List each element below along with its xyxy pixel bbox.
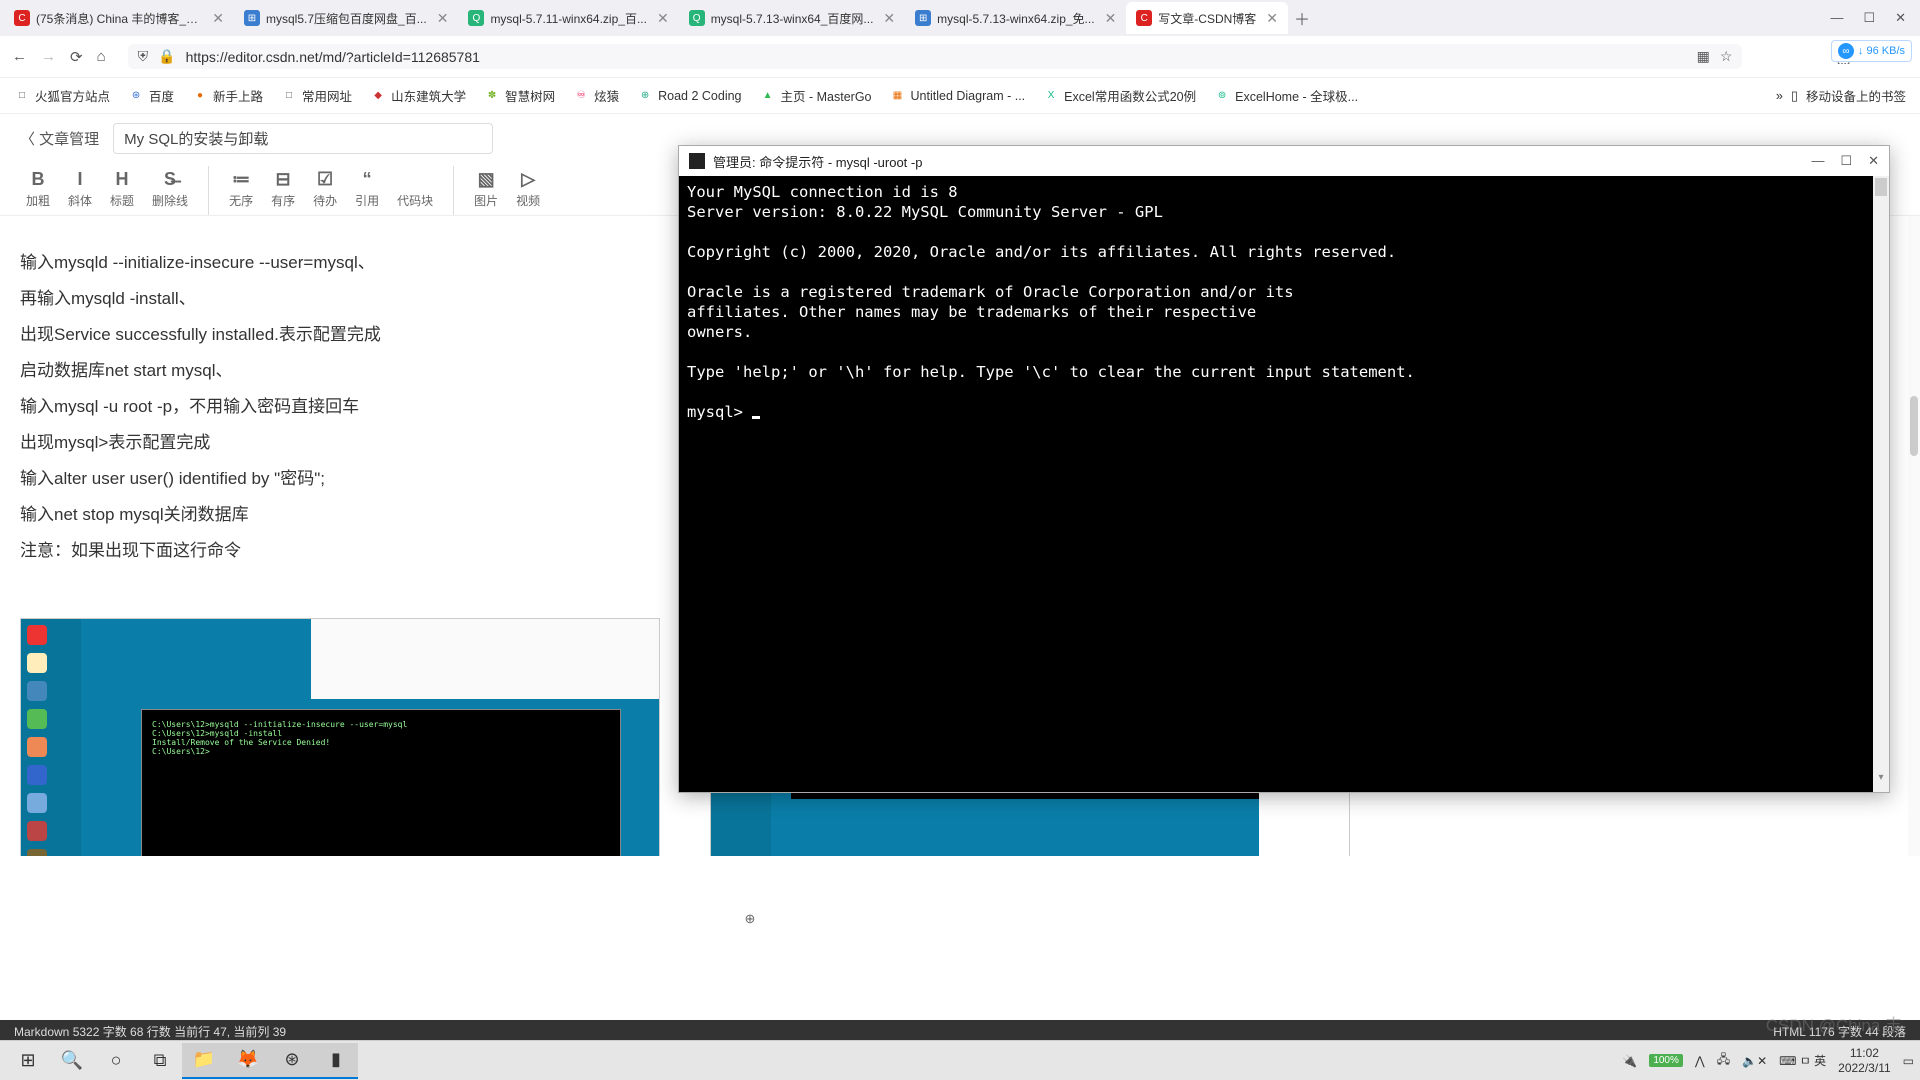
bookmark-item[interactable]: ⊕Road 2 Coding — [637, 86, 741, 105]
netspeed-badge: ∞ ↓ 96 KB/s — [1831, 40, 1912, 62]
wifi-icon[interactable]: ⋀ — [1695, 1054, 1705, 1068]
lock-icon: 🔒 — [158, 48, 175, 65]
nav-forward[interactable]: → — [41, 48, 56, 65]
editor-scrollbar[interactable] — [1908, 216, 1920, 856]
browser-tab[interactable]: C写文章-CSDN博客✕ — [1126, 2, 1288, 34]
terminal-scrollbar[interactable]: ▾ — [1873, 176, 1889, 792]
volume-icon[interactable]: 🔈✕ — [1742, 1054, 1767, 1068]
browser-tab[interactable]: C(75条消息) China 丰的博客_C...✕ — [4, 2, 234, 34]
browser-tab[interactable]: ⊞mysql5.7压缩包百度网盘_百...✕ — [234, 2, 458, 34]
terminal-window: 管理员: 命令提示符 - mysql -uroot -p — ☐ ✕ Your … — [678, 145, 1890, 793]
close-icon[interactable]: ✕ — [883, 10, 895, 27]
toolbar-待办[interactable]: ☑待办 — [309, 166, 341, 215]
terminal-icon — [689, 153, 705, 169]
taskbar-item[interactable]: ▮ — [314, 1043, 358, 1079]
close-icon[interactable]: ✕ — [437, 10, 449, 27]
watermark: CSDN @China 丰 — [1766, 1011, 1902, 1036]
window-close[interactable]: ✕ — [1895, 10, 1906, 26]
browser-tab[interactable]: ⊞mysql-5.7.13-winx64.zip_免...✕ — [905, 2, 1126, 34]
newtab-button[interactable]: ＋ — [1294, 6, 1310, 30]
taskbar-item[interactable]: ⧉ — [138, 1043, 182, 1079]
url-bar-row: ← → ⟳ ⌂ ⛨ 🔒 https://editor.csdn.net/md/?… — [0, 36, 1920, 78]
system-tray: 🔌 100% ⋀ 🖧 🔈✕ ⌨ ㅁ 英 11:02 2022/3/11 ▭ — [1622, 1046, 1914, 1075]
terminal-max[interactable]: ☐ — [1840, 153, 1852, 169]
toolbar-加粗[interactable]: B加粗 — [22, 166, 54, 215]
window-controls: — ☐ ✕ — [1830, 10, 1916, 26]
battery-percent: 100% — [1649, 1054, 1683, 1067]
bookmark-item[interactable]: ⊚ExcelHome - 全球极... — [1214, 86, 1358, 105]
browser-tab[interactable]: Qmysql-5.7.13-winx64_百度网...✕ — [679, 2, 905, 34]
tray-time: 11:02 — [1838, 1046, 1891, 1060]
terminal-close[interactable]: ✕ — [1868, 153, 1879, 169]
toolbar-引用[interactable]: “引用 — [351, 166, 383, 215]
taskbar-item[interactable]: ○ — [94, 1043, 138, 1079]
bookmark-item[interactable]: ⊛百度 — [128, 86, 174, 105]
toolbar-无序[interactable]: ≔无序 — [225, 166, 257, 215]
address-bar[interactable]: ⛨ 🔒 https://editor.csdn.net/md/?articleI… — [128, 44, 1743, 69]
terminal-body[interactable]: Your MySQL connection id is 8 Server ver… — [679, 176, 1889, 428]
taskbar-item[interactable]: ⊛ — [270, 1043, 314, 1079]
bookmark-item[interactable]: ▦Untitled Diagram - ... — [890, 86, 1026, 105]
close-icon[interactable]: ✕ — [1105, 10, 1117, 27]
status-left: Markdown 5322 字数 68 行数 当前行 47, 当前列 39 — [14, 1023, 286, 1040]
back-to-manage[interactable]: 〈 文章管理 — [20, 128, 99, 149]
bookmark-item[interactable]: □火狐官方站点 — [14, 86, 110, 105]
tray-date: 2022/3/11 — [1838, 1061, 1891, 1075]
url-text: https://editor.csdn.net/md/?articleId=11… — [186, 49, 480, 65]
close-icon[interactable]: ✕ — [657, 10, 669, 27]
nav-reload[interactable]: ⟳ — [70, 48, 83, 66]
ime-indicator[interactable]: ⌨ ㅁ 英 — [1779, 1052, 1826, 1069]
bookmarks-overflow[interactable]: » — [1776, 89, 1783, 103]
terminal-titlebar[interactable]: 管理员: 命令提示符 - mysql -uroot -p — ☐ ✕ — [679, 146, 1889, 176]
embedded-screenshot-1: C:\Users\12>mysqld --initialize-insecure… — [20, 618, 660, 856]
window-max[interactable]: ☐ — [1863, 10, 1875, 26]
bookmark-item[interactable]: ●新手上路 — [192, 86, 263, 105]
toolbar-有序[interactable]: ⊟有序 — [267, 166, 299, 215]
nav-home[interactable]: ⌂ — [97, 48, 106, 65]
bookmark-item[interactable]: ◆山东建筑大学 — [370, 86, 466, 105]
toolbar-代码块[interactable]: 代码块 — [393, 166, 437, 215]
taskbar-item[interactable]: 🦊 — [226, 1043, 270, 1079]
cloud-icon: ∞ — [1838, 43, 1854, 59]
article-title-input[interactable] — [113, 123, 493, 154]
notification-icon[interactable]: ▭ — [1903, 1054, 1914, 1068]
battery-icon: 🔌 — [1622, 1054, 1637, 1068]
browser-tab[interactable]: Qmysql-5.7.11-winx64.zip_百...✕ — [458, 2, 678, 34]
terminal-min[interactable]: — — [1811, 153, 1824, 169]
terminal-title: 管理员: 命令提示符 - mysql -uroot -p — [713, 152, 922, 171]
toolbar-视频[interactable]: ▷视频 — [512, 166, 544, 215]
toolbar-斜体[interactable]: I斜体 — [64, 166, 96, 215]
bookmark-item[interactable]: ✽智慧树网 — [484, 86, 555, 105]
bookmark-item[interactable]: XExcel常用函数公式20例 — [1043, 86, 1196, 105]
bookmark-item[interactable]: □常用网址 — [281, 86, 352, 105]
toolbar-删除线[interactable]: S̶删除线 — [148, 166, 192, 215]
bookmarks-bar: □火狐官方站点 ⊛百度 ●新手上路 □常用网址 ◆山东建筑大学 ✽智慧树网 ♾炫猿 ⊕Road… — [0, 78, 1920, 114]
mobile-bookmarks[interactable]: 移动设备上的书签 — [1806, 86, 1906, 105]
browser-tabstrip: C(75条消息) China 丰的博客_C...✕⊞mysql5.7压缩包百度网… — [0, 0, 1920, 36]
close-icon[interactable]: ✕ — [212, 10, 224, 27]
network-icon[interactable]: 🖧 — [1717, 1050, 1730, 1071]
toolbar-标题[interactable]: H标题 — [106, 166, 138, 215]
toolbar-图片[interactable]: ▧图片 — [470, 166, 502, 215]
editor-status-bar: Markdown 5322 字数 68 行数 当前行 47, 当前列 39 HT… — [0, 1020, 1920, 1042]
resize-handle-icon[interactable]: ⊕ — [740, 911, 760, 931]
taskbar-item[interactable]: 📁 — [182, 1043, 226, 1079]
taskbar-item[interactable]: ⊞ — [6, 1043, 50, 1079]
nav-back[interactable]: ← — [12, 48, 27, 65]
bookmark-item[interactable]: ♾炫猿 — [573, 86, 619, 105]
qr-icon[interactable]: ▦ — [1697, 48, 1710, 65]
bookmark-item[interactable]: ▲主页 - MasterGo — [760, 86, 872, 105]
close-icon[interactable]: ✕ — [1266, 10, 1278, 27]
bookmark-star-icon[interactable]: ☆ — [1720, 48, 1733, 65]
taskbar-item[interactable]: 🔍 — [50, 1043, 94, 1079]
windows-taskbar: ⊞🔍○⧉📁🦊⊛▮ 🔌 100% ⋀ 🖧 🔈✕ ⌨ ㅁ 英 11:02 2022/… — [0, 1040, 1920, 1080]
shield-icon: ⛨ — [138, 48, 149, 65]
window-min[interactable]: — — [1830, 10, 1843, 26]
